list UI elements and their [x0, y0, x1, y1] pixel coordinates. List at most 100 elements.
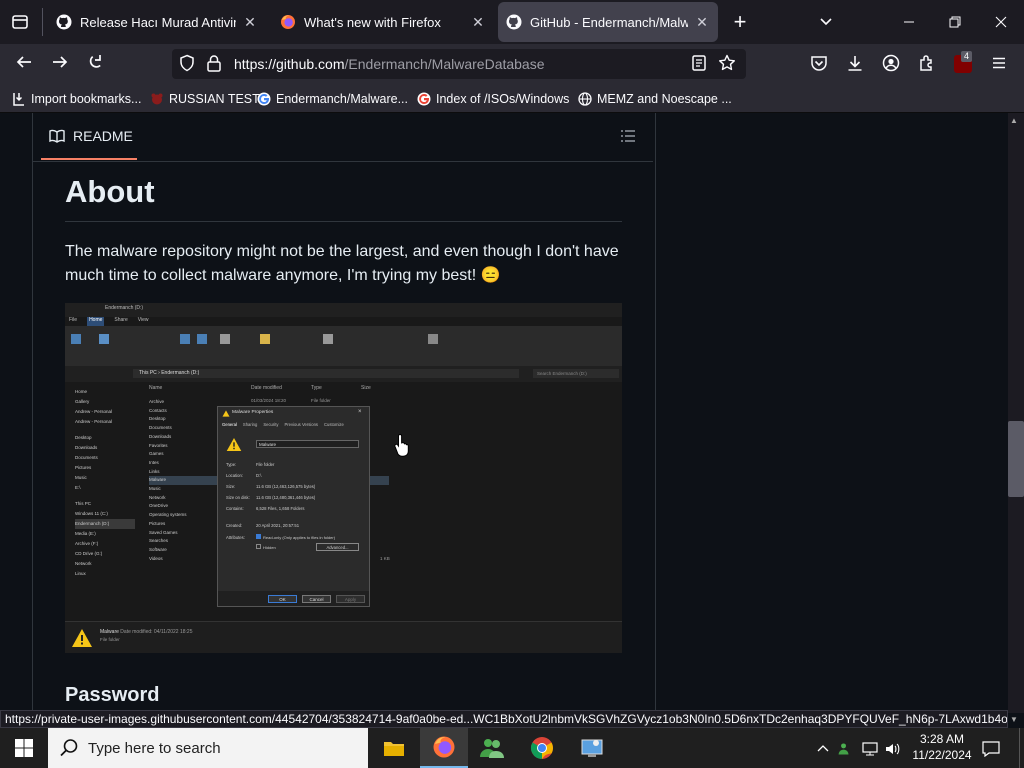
scrollbar-thumb[interactable]: [1008, 421, 1024, 497]
bookmark-endermanch-malware[interactable]: Endermanch/Malware...: [257, 88, 408, 110]
url-domain: https://github.com: [234, 56, 345, 72]
search-icon: [60, 739, 78, 757]
bookmark-russian-test[interactable]: RUSSIAN TEST: [150, 88, 260, 110]
explorer-nav-pane: Home Gallery Andrew - Personal Andrew - Per…: [75, 387, 135, 579]
hidden-checkbox: [256, 544, 261, 549]
forward-button[interactable]: [44, 44, 76, 84]
restore-button[interactable]: [932, 0, 978, 44]
close-tab-icon[interactable]: ✕: [242, 14, 258, 31]
ribbon-tab: Home: [87, 317, 105, 326]
reader-view-icon[interactable]: [690, 54, 710, 74]
properties-name-field: Malware: [256, 440, 359, 448]
start-button[interactable]: [0, 728, 48, 768]
scroll-down-icon[interactable]: ▼: [1010, 715, 1018, 724]
explorer-screenshot-image[interactable]: Endermanch (D:) File Home Share View Thi…: [65, 303, 622, 653]
taskbar-search-placeholder: Type here to search: [88, 740, 221, 757]
bookmark-import[interactable]: Import bookmarks...: [12, 88, 141, 110]
list-icon: [621, 130, 635, 142]
tab-release[interactable]: Release Hacı Murad Antivirüs E ✕: [48, 2, 266, 42]
extension-badge: 4: [961, 51, 973, 62]
people-icon: [480, 739, 504, 758]
taskbar-file-explorer[interactable]: [370, 728, 418, 768]
volume-icon[interactable]: [885, 728, 903, 768]
warning-icon: [72, 629, 92, 647]
folder-warning-icon: [226, 437, 242, 452]
ribbon-tab: View: [137, 317, 149, 323]
outline-button[interactable]: [620, 128, 638, 146]
tab-divider: [42, 8, 43, 36]
book-icon: [49, 129, 65, 143]
tray-people-icon[interactable]: [838, 728, 856, 768]
explorer-status-name: Malware Date modified: 04/11/2022 18:25: [100, 629, 193, 635]
about-paragraph: The malware repository might not be the …: [65, 243, 619, 284]
bookmark-star-icon[interactable]: [718, 54, 738, 74]
apply-button: Apply: [336, 595, 365, 603]
minimize-button[interactable]: [886, 0, 932, 44]
reload-button[interactable]: [80, 44, 112, 84]
properties-values: File folder D:\ 11.6 GB (12,463,126,575 by…: [256, 462, 316, 528]
lock-icon[interactable]: [206, 54, 224, 74]
clock-time: 3:28 AM: [919, 732, 965, 746]
page-scrollbar[interactable]: [1008, 113, 1024, 713]
network-icon[interactable]: [862, 728, 880, 768]
firefox-view-icon: [12, 15, 28, 29]
tab-whats-new[interactable]: What's new with Firefox ✕: [272, 2, 494, 42]
tab-github-malwaredatabase[interactable]: GitHub - Endermanch/Malware ✕: [498, 2, 718, 42]
reload-icon: [89, 55, 101, 68]
github-icon: [56, 14, 72, 30]
bookmark-memz[interactable]: MEMZ and Noescape ...: [578, 88, 732, 110]
scroll-up-icon[interactable]: ▲: [1010, 116, 1018, 125]
explorer-path: This PC › Endermanch (D:): [133, 369, 519, 378]
bookmark-label: RUSSIAN TEST: [169, 92, 260, 106]
tab-title: GitHub - Endermanch/Malware: [530, 14, 688, 30]
back-button[interactable]: [8, 44, 40, 84]
bookmark-index-isos[interactable]: Index of /ISOs/Windows: [417, 88, 569, 110]
link-status-bar: https://private-user-images.githubuserco…: [0, 710, 1008, 728]
restore-icon: [949, 16, 961, 28]
close-tab-icon[interactable]: ✕: [694, 14, 710, 31]
windows-logo-icon: [15, 739, 33, 757]
back-arrow-icon: [16, 56, 31, 68]
folder-icon: [384, 742, 404, 756]
firefox-view-button[interactable]: [4, 0, 36, 44]
readme-tab-label: README: [73, 127, 133, 144]
properties-tabs: General Sharing Security Previous Versions C…: [222, 422, 344, 427]
firefox-icon: [281, 15, 295, 29]
close-window-button[interactable]: [978, 0, 1024, 44]
taskbar-firefox[interactable]: [420, 728, 468, 768]
tab-readme[interactable]: README: [41, 113, 137, 160]
show-hidden-icons-button[interactable]: [814, 728, 832, 768]
close-tab-icon[interactable]: ✕: [470, 14, 486, 31]
import-icon: [13, 93, 24, 106]
account-icon[interactable]: [882, 54, 902, 74]
readonly-checkbox: [256, 534, 261, 539]
explorer-column-headers: Name Date modified Type Size: [149, 385, 371, 391]
close-icon: [995, 16, 1007, 28]
url-text[interactable]: https://github.com/Endermanch/MalwareDat…: [234, 56, 545, 72]
show-desktop-button[interactable]: [1019, 728, 1024, 768]
explorer-stray-size: 1 KB: [380, 556, 390, 561]
taskbar-people-app[interactable]: [468, 728, 516, 768]
explorer-ribbon-tabs: File Home Share View: [69, 317, 149, 326]
clock[interactable]: 3:28 AM 11/22/2024: [906, 731, 978, 763]
properties-labels: Type: Location: Size: Size on disk: Contains…: [226, 462, 250, 528]
chrome-icon: [531, 737, 553, 759]
advanced-button: Advanced...: [316, 543, 359, 551]
extensions-icon[interactable]: [918, 54, 938, 74]
pocket-icon[interactable]: [810, 54, 830, 74]
tab-title: What's new with Firefox: [304, 14, 441, 30]
taskbar-chrome[interactable]: [518, 728, 566, 768]
taskbar-control-panel[interactable]: [568, 728, 616, 768]
properties-attributes-label: Attributes:: [226, 535, 245, 540]
menu-button[interactable]: [990, 54, 1010, 74]
new-tab-button[interactable]: +: [724, 0, 756, 44]
downloads-icon[interactable]: [846, 54, 866, 74]
explorer-details-pane: [65, 621, 622, 653]
google-icon: [417, 92, 431, 106]
list-all-tabs-button[interactable]: [810, 0, 842, 44]
minimize-icon: [904, 21, 914, 23]
notifications-button[interactable]: [982, 728, 1002, 768]
control-panel-icon: [581, 739, 603, 757]
chevron-up-icon: [817, 744, 829, 752]
tracking-protection-icon[interactable]: [178, 54, 198, 74]
